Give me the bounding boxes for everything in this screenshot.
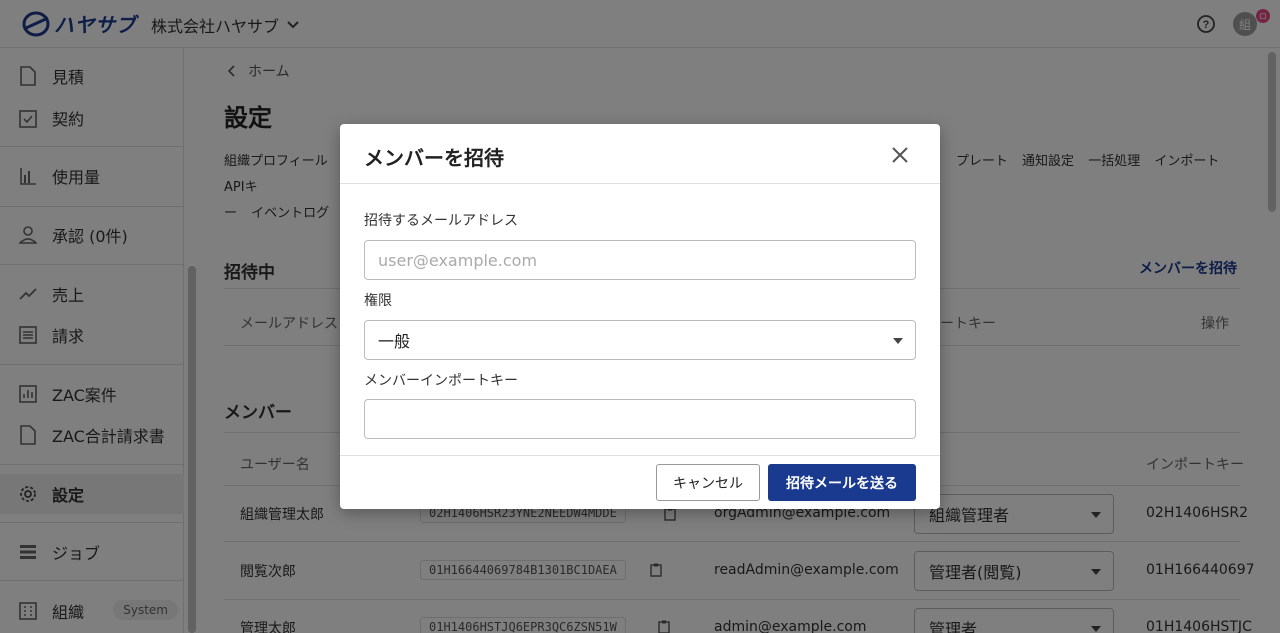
dialog-title: メンバーを招待 xyxy=(364,146,504,170)
email-label: 招待するメールアドレス xyxy=(364,213,518,229)
email-input[interactable] xyxy=(378,250,915,270)
email-field[interactable] xyxy=(364,240,916,280)
import-key-field[interactable] xyxy=(364,399,916,439)
role-label: 権限 xyxy=(364,293,392,309)
divider xyxy=(340,455,940,456)
invite-member-dialog: メンバーを招待 招待するメールアドレス 権限 一般 メンバーインポートキー キャ… xyxy=(340,124,940,509)
import-key-label: メンバーインポートキー xyxy=(364,373,518,389)
cancel-button[interactable]: キャンセル xyxy=(656,464,760,501)
role-select[interactable]: 一般 xyxy=(364,320,916,360)
divider xyxy=(340,183,940,184)
close-icon[interactable] xyxy=(889,144,911,166)
import-key-input[interactable] xyxy=(378,409,915,429)
send-invite-button[interactable]: 招待メールを送る xyxy=(768,464,916,501)
role-value: 一般 xyxy=(378,332,411,351)
caret-down-icon xyxy=(893,338,903,344)
